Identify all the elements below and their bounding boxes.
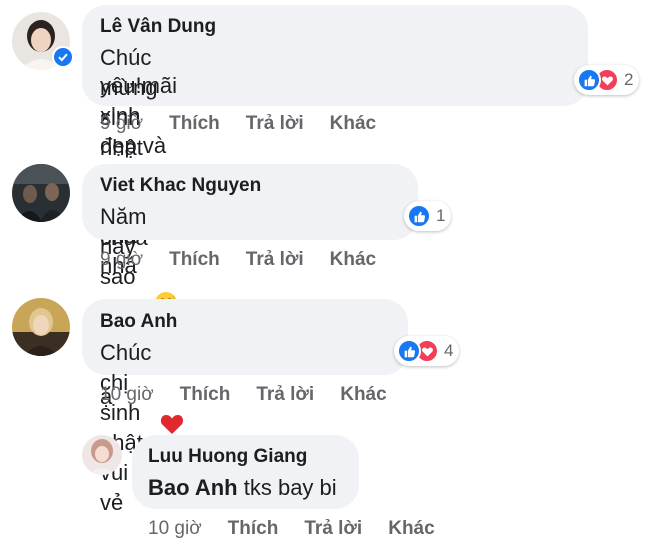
like-button[interactable]: Thích — [169, 113, 220, 135]
avatar[interactable] — [12, 164, 70, 222]
reactions-summary[interactable]: 2 — [574, 65, 640, 95]
comment-author[interactable]: Bao Anh — [100, 311, 177, 333]
reply-button[interactable]: Trả lời — [246, 113, 304, 135]
reactions-summary[interactable]: 1 — [404, 201, 452, 231]
reply-button[interactable]: Trả lời — [256, 384, 314, 406]
reaction-count: 2 — [624, 70, 634, 89]
comment-actions: 9 giờ Thích Trả lời Khác — [100, 249, 402, 271]
comment-time[interactable]: 9 giờ — [100, 249, 143, 271]
comment-actions: 10 giờ Thích Trả lời Khác — [148, 518, 461, 540]
verified-badge-icon — [52, 46, 74, 68]
reaction-count: 4 — [444, 341, 454, 360]
more-button[interactable]: Khác — [330, 249, 376, 271]
comment-author[interactable]: Lê Vân Dung — [100, 16, 216, 38]
like-reaction-icon — [407, 204, 431, 228]
comment-time[interactable]: 10 giờ — [148, 518, 202, 540]
like-button[interactable]: Thích — [169, 249, 220, 271]
reactions-summary[interactable]: 4 — [394, 336, 460, 366]
more-button[interactable]: Khác — [330, 113, 376, 135]
like-button[interactable]: Thích — [180, 384, 231, 406]
comment-text: Bao Anh tks bay bi — [148, 473, 337, 503]
comment-author[interactable]: Luu Huong Giang — [148, 446, 307, 468]
comment-author[interactable]: Viet Khac Nguyen — [100, 175, 261, 197]
reaction-count: 1 — [436, 206, 446, 225]
mention-link[interactable]: Bao Anh — [148, 475, 238, 500]
more-button[interactable]: Khác — [388, 518, 434, 540]
comment-time[interactable]: 10 giờ — [100, 384, 154, 406]
avatar[interactable] — [12, 298, 70, 356]
reply-button[interactable]: Trả lời — [304, 518, 362, 540]
like-reaction-icon — [577, 68, 601, 92]
more-button[interactable]: Khác — [340, 384, 386, 406]
avatar[interactable] — [82, 435, 122, 475]
comment-text-content: tks bay bi — [237, 475, 337, 500]
comment-time[interactable]: 9 giờ — [100, 113, 143, 135]
comment-actions: 9 giờ Thích Trả lời Khác — [100, 113, 402, 135]
reply-button[interactable]: Trả lời — [246, 249, 304, 271]
like-button[interactable]: Thích — [228, 518, 279, 540]
comment-actions: 10 giờ Thích Trả lời Khác — [100, 384, 413, 406]
like-reaction-icon — [397, 339, 421, 363]
